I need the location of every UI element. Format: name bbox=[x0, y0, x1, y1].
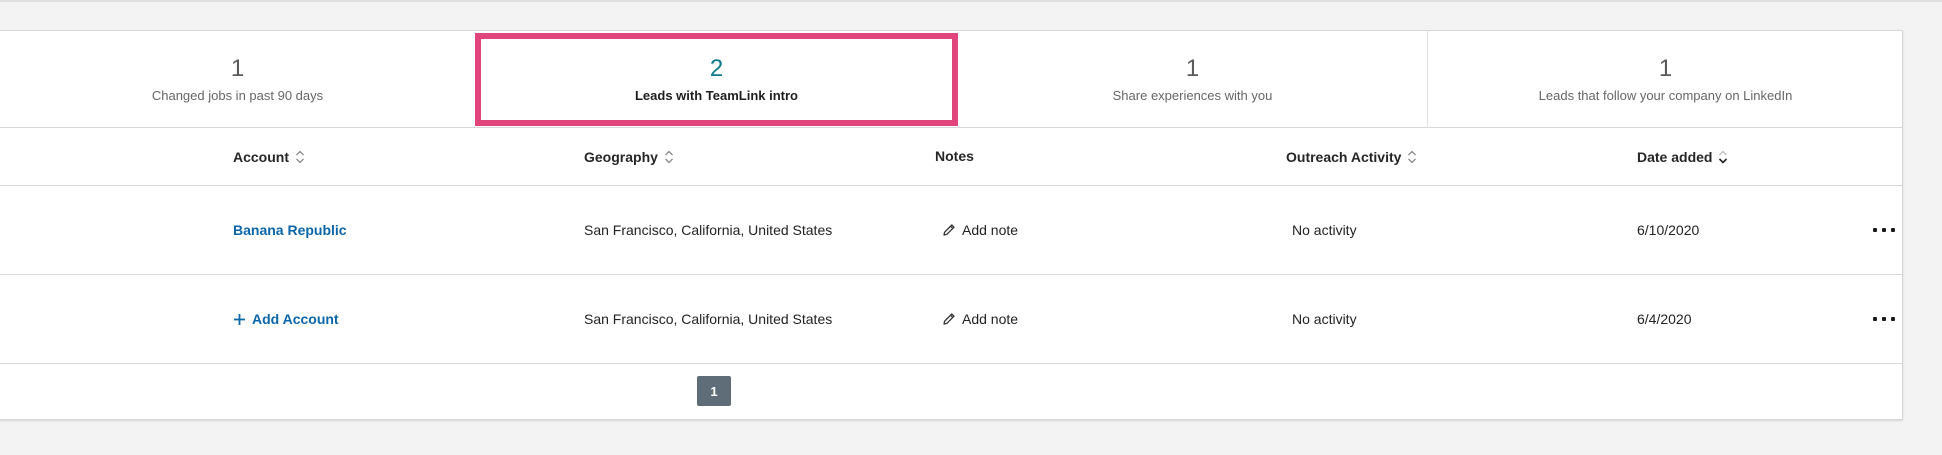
plus-icon bbox=[234, 313, 245, 325]
sort-icon bbox=[295, 149, 305, 165]
column-header-geography[interactable]: Geography bbox=[584, 149, 674, 165]
filter-count: 1 bbox=[1658, 55, 1673, 82]
filter-teamlink-intro[interactable]: 2 Leads with TeamLink intro bbox=[475, 31, 958, 128]
filter-changed-jobs[interactable]: 1 Changed jobs in past 90 days bbox=[0, 31, 475, 128]
add-note-label: Add note bbox=[962, 311, 1019, 327]
add-account-label: Add Account bbox=[252, 311, 339, 327]
filter-label: Changed jobs in past 90 days bbox=[151, 88, 324, 103]
add-note-button[interactable]: Add note bbox=[942, 222, 1018, 238]
filter-label: Share experiences with you bbox=[1112, 88, 1273, 103]
column-label: Notes bbox=[935, 148, 974, 164]
pagination-page-button[interactable]: 1 bbox=[697, 376, 731, 406]
table-row: Banana Republic San Francisco, Californi… bbox=[0, 186, 1903, 275]
filter-count: 2 bbox=[709, 55, 724, 82]
pencil-icon bbox=[943, 313, 955, 325]
outreach-activity-cell: No activity bbox=[1292, 222, 1357, 238]
date-added-cell: 6/4/2020 bbox=[1637, 311, 1692, 327]
add-account-button[interactable]: Add Account bbox=[233, 311, 339, 327]
column-label: Geography bbox=[584, 149, 658, 165]
more-icon[interactable] bbox=[1873, 315, 1895, 323]
filter-follow-company[interactable]: 1 Leads that follow your company on Link… bbox=[1428, 31, 1903, 128]
geography-cell: San Francisco, California, United States bbox=[584, 311, 833, 327]
filter-count: 1 bbox=[230, 55, 245, 82]
column-header-notes: Notes bbox=[935, 148, 974, 164]
filter-tabs: 1 Changed jobs in past 90 days 2 Leads w… bbox=[0, 31, 1903, 128]
sort-icon bbox=[1407, 149, 1417, 165]
column-label: Date added bbox=[1637, 149, 1713, 165]
date-added-cell: 6/10/2020 bbox=[1637, 222, 1700, 238]
filter-label: Leads that follow your company on Linked… bbox=[1538, 88, 1793, 103]
column-label: Outreach Activity bbox=[1286, 149, 1402, 165]
geography-cell: San Francisco, California, United States bbox=[584, 222, 833, 238]
filter-count: 1 bbox=[1185, 55, 1200, 82]
filter-share-experiences[interactable]: 1 Share experiences with you bbox=[958, 31, 1427, 128]
column-label: Account bbox=[233, 149, 289, 165]
add-note-button[interactable]: Add note bbox=[942, 311, 1018, 327]
pencil-icon bbox=[943, 224, 955, 236]
account-link[interactable]: Banana Republic bbox=[233, 222, 347, 238]
table-row: Add Account San Francisco, California, U… bbox=[0, 275, 1903, 364]
more-icon[interactable] bbox=[1873, 226, 1895, 234]
add-note-label: Add note bbox=[962, 222, 1019, 238]
top-border bbox=[0, 0, 1942, 2]
outreach-activity-cell: No activity bbox=[1292, 311, 1357, 327]
column-header-outreach-activity[interactable]: Outreach Activity bbox=[1286, 149, 1417, 165]
column-header-date-added[interactable]: Date added bbox=[1637, 149, 1728, 165]
sort-icon bbox=[664, 149, 674, 165]
leads-card: 1 Changed jobs in past 90 days 2 Leads w… bbox=[0, 30, 1903, 420]
sort-desc-icon bbox=[1718, 149, 1728, 165]
filter-label: Leads with TeamLink intro bbox=[634, 88, 798, 103]
column-header-account[interactable]: Account bbox=[233, 149, 305, 165]
table-header: Account Geography Notes Outreach Activit… bbox=[0, 128, 1903, 186]
